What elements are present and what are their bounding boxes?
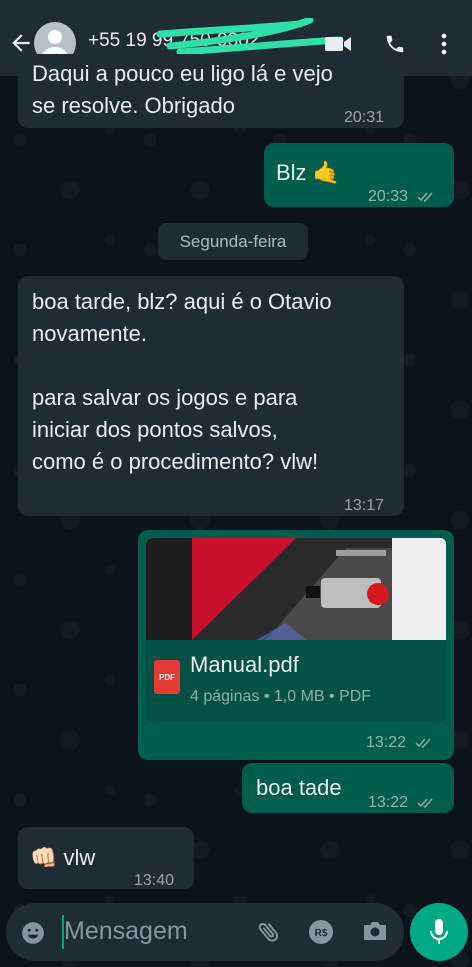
camera-icon[interactable] [362, 919, 388, 943]
mic-icon [430, 919, 448, 944]
document-meta: 4 páginas • 1,0 MB • PDF [190, 688, 372, 705]
read-receipt-icon [416, 192, 433, 203]
message-time-label: 13:22 [368, 794, 409, 811]
pdf-icon: PDF [154, 660, 180, 694]
message-input-bar[interactable]: Mensagem R$ [6, 903, 404, 961]
outgoing-document-message[interactable]: PDF Manual.pdf 4 páginas • 1,0 MB • PDF … [138, 530, 454, 760]
message-text: Blz 🤙 [276, 160, 341, 185]
incoming-message[interactable]: 👊🏻 vlw 13:40 [18, 827, 194, 889]
message-time: 13:40 [134, 872, 175, 889]
message-time-label: 20:33 [368, 188, 409, 205]
payment-icon[interactable]: R$ [308, 919, 334, 945]
message-time: 13:17 [344, 497, 385, 514]
redaction-scribble [156, 18, 344, 56]
message-time: 20:33 [368, 181, 435, 213]
document-thumbnail[interactable] [146, 538, 446, 640]
svg-text:R$: R$ [315, 928, 328, 939]
message-text: 👊🏻 vlw [30, 845, 96, 870]
read-receipt-icon [416, 798, 433, 809]
message-input[interactable]: Mensagem [64, 917, 188, 946]
nes-controller-thumbnail-icon [146, 538, 446, 640]
more-options-icon[interactable] [438, 32, 450, 56]
date-separator: Segunda-feira [158, 223, 308, 260]
message-text: boa tade [256, 775, 342, 800]
pdf-badge-label: PDF [159, 673, 175, 682]
avatar-head-icon [48, 30, 62, 44]
emoji-icon[interactable] [20, 920, 46, 946]
incoming-message[interactable]: Daqui a pouco eu ligo lá e vejo se resol… [18, 54, 404, 128]
message-time: 13:22 [366, 734, 433, 752]
message-text: boa tarde, blz? aqui é o Otavio novament… [32, 289, 332, 474]
message-text: Daqui a pouco eu ligo lá e vejo se resol… [32, 61, 333, 118]
message-time: 13:22 [368, 787, 435, 819]
read-receipt-icon [414, 738, 431, 749]
outgoing-message[interactable]: boa tade 13:22 [242, 763, 454, 813]
phone-icon[interactable] [384, 33, 406, 55]
message-time: 20:31 [344, 109, 385, 126]
video-call-icon[interactable] [324, 34, 352, 54]
incoming-message[interactable]: boa tarde, blz? aqui é o Otavio novament… [18, 276, 404, 516]
message-time-label: 13:22 [366, 734, 407, 751]
outgoing-message[interactable]: Blz 🤙 20:33 [264, 143, 454, 207]
attach-icon[interactable] [256, 919, 282, 945]
document-info[interactable]: PDF Manual.pdf 4 páginas • 1,0 MB • PDF [146, 640, 446, 722]
document-filename: Manual.pdf [190, 652, 299, 677]
back-arrow-icon[interactable] [8, 30, 34, 56]
mic-button[interactable] [410, 903, 468, 961]
